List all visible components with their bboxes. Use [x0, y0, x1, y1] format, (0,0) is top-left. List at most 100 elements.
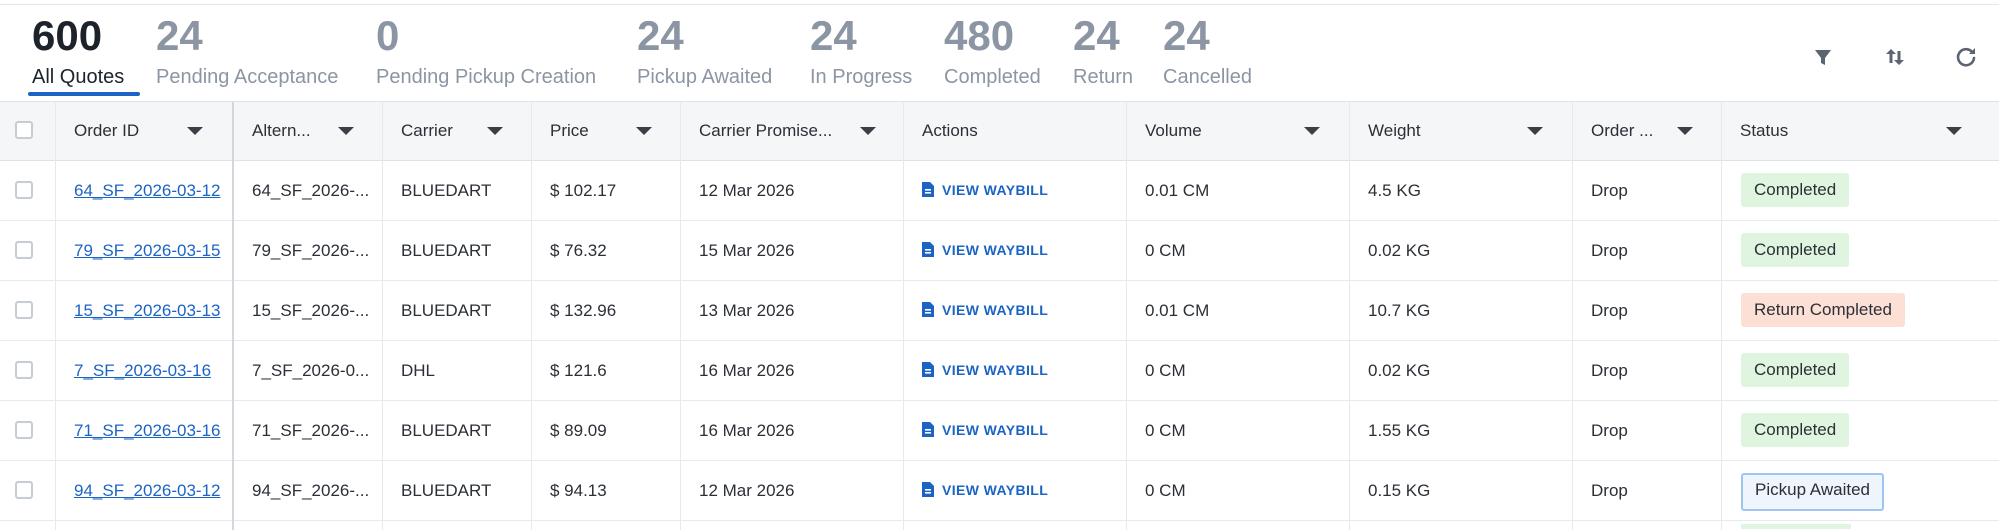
- sort-caret-icon[interactable]: [1304, 127, 1320, 135]
- tab-label: Cancelled: [1163, 66, 1252, 88]
- sort-caret-icon[interactable]: [860, 127, 876, 135]
- row-select-cell: [0, 461, 55, 520]
- sort-caret-icon[interactable]: [1527, 127, 1543, 135]
- tab-return[interactable]: 24 Return: [1073, 6, 1143, 96]
- header-label: Altern...: [252, 121, 311, 140]
- view-waybill-link[interactable]: VIEW WAYBILL: [922, 341, 1048, 400]
- header-price[interactable]: Price: [532, 102, 680, 160]
- order-id-link[interactable]: 71_SF_2026-03-16: [74, 401, 221, 460]
- price-cell: $ 89.09: [532, 401, 680, 460]
- row-checkbox[interactable]: [15, 241, 33, 259]
- actions-cell: VIEW WAYBILL: [904, 401, 1126, 460]
- select-all-checkbox[interactable]: [15, 121, 33, 139]
- view-waybill-link[interactable]: VIEW WAYBILL: [922, 161, 1048, 220]
- tab-label: All Quotes: [32, 66, 125, 88]
- order-type-text: Drop: [1591, 421, 1628, 440]
- view-waybill-label: VIEW WAYBILL: [942, 422, 1049, 438]
- column-divider: [903, 102, 904, 530]
- header-volume[interactable]: Volume: [1127, 102, 1349, 160]
- volume-text: 0 CM: [1145, 241, 1186, 260]
- sort-caret-icon[interactable]: [636, 127, 652, 135]
- tab-count: 24: [637, 12, 684, 59]
- header-order-id[interactable]: Order ID: [56, 102, 232, 160]
- status-cell: Pickup Awaited: [1722, 461, 1999, 520]
- table-header: Order ID Altern... Carrier Price Carrier…: [0, 102, 1999, 161]
- tab-count: 480: [944, 12, 1015, 59]
- refresh-icon[interactable]: [1951, 42, 1981, 72]
- tab-completed[interactable]: 480 Completed: [944, 6, 1054, 96]
- alternate-id-text: 71_SF_2026-...: [252, 421, 370, 440]
- tab-pending-pickup-creation[interactable]: 0 Pending Pickup Creation: [376, 6, 612, 96]
- price-cell: $ 76.32: [532, 221, 680, 280]
- tab-pickup-awaited[interactable]: 24 Pickup Awaited: [637, 6, 787, 96]
- table-row[interactable]: 71_SF_2026-03-16 71_SF_2026-... BLUEDART $ …: [0, 401, 1999, 461]
- weight-text: 1.55 KG: [1368, 421, 1431, 440]
- header-label: Carrier: [401, 121, 453, 140]
- sort-caret-icon[interactable]: [487, 127, 503, 135]
- order-id-cell: 71_SF_2026-03-16: [56, 401, 232, 460]
- price-cell: $ 94.13: [532, 461, 680, 520]
- header-alternate-id[interactable]: Altern...: [234, 102, 382, 160]
- sort-caret-icon[interactable]: [187, 127, 203, 135]
- table-row[interactable]: 79_SF_2026-03-15 79_SF_2026-... BLUEDART $ …: [0, 221, 1999, 281]
- row-checkbox[interactable]: [15, 181, 33, 199]
- order-id-link[interactable]: 94_SF_2026-03-12: [74, 461, 221, 520]
- carrier-text: BLUEDART: [401, 181, 492, 200]
- filter-icon[interactable]: [1808, 42, 1838, 72]
- tab-label: Pending Pickup Creation: [376, 66, 597, 88]
- document-icon: [922, 361, 934, 377]
- alternate-id-cell: 7_SF_2026-0...: [234, 341, 382, 400]
- view-waybill-label: VIEW WAYBILL: [942, 482, 1049, 498]
- column-divider: [1572, 102, 1573, 530]
- header-label: Status: [1740, 121, 1789, 140]
- tab-cancelled[interactable]: 24 Cancelled: [1163, 6, 1263, 96]
- row-checkbox[interactable]: [15, 301, 33, 319]
- status-cell: Completed: [1722, 401, 1999, 460]
- view-waybill-label: VIEW WAYBILL: [942, 242, 1049, 258]
- tab-label: Completed: [944, 66, 1041, 88]
- status-cell: Completed: [1722, 221, 1999, 280]
- order-id-cell: 94_SF_2026-03-12: [56, 461, 232, 520]
- view-waybill-link[interactable]: VIEW WAYBILL: [922, 461, 1048, 520]
- sort-icon[interactable]: [1880, 42, 1910, 72]
- header-label: Order ID: [74, 121, 140, 140]
- volume-cell: 0 CM: [1127, 341, 1349, 400]
- table-row[interactable]: 15_SF_2026-03-13 15_SF_2026-... BLUEDART $ …: [0, 281, 1999, 341]
- alternate-id-cell: 79_SF_2026-...: [234, 221, 382, 280]
- view-waybill-link[interactable]: VIEW WAYBILL: [922, 281, 1048, 340]
- header-carrier[interactable]: Carrier: [383, 102, 531, 160]
- table-row[interactable]: 7_SF_2026-03-16 7_SF_2026-0... DHL $ 121.6 1…: [0, 341, 1999, 401]
- view-waybill-link[interactable]: VIEW WAYBILL: [922, 221, 1048, 280]
- header-label: Order ...: [1591, 121, 1654, 140]
- column-divider: [382, 102, 383, 530]
- volume-cell: 0.01 CM: [1127, 161, 1349, 220]
- row-checkbox[interactable]: [15, 481, 33, 499]
- table-row[interactable]: 94_SF_2026-03-12 94_SF_2026-... BLUEDART $ …: [0, 461, 1999, 521]
- row-checkbox[interactable]: [15, 421, 33, 439]
- header-weight[interactable]: Weight: [1350, 102, 1572, 160]
- carrier-cell: BLUEDART: [383, 401, 531, 460]
- price-cell: $ 132.96: [532, 281, 680, 340]
- select-all-cell: [0, 102, 55, 160]
- row-checkbox[interactable]: [15, 361, 33, 379]
- sort-caret-icon[interactable]: [1677, 127, 1693, 135]
- tab-in-progress[interactable]: 24 In Progress: [810, 6, 925, 96]
- order-type-text: Drop: [1591, 181, 1628, 200]
- view-waybill-link[interactable]: VIEW WAYBILL: [922, 401, 1048, 460]
- order-id-link[interactable]: 79_SF_2026-03-15: [74, 221, 221, 280]
- tab-all-quotes[interactable]: 600 All Quotes: [28, 6, 142, 96]
- tab-pending-acceptance[interactable]: 24 Pending Acceptance: [156, 6, 356, 96]
- alternate-id-cell: 64_SF_2026-...: [234, 161, 382, 220]
- tab-count: 24: [156, 12, 203, 59]
- header-carrier-promise[interactable]: Carrier Promise...: [681, 102, 903, 160]
- order-id-link[interactable]: 15_SF_2026-03-13: [74, 281, 221, 340]
- header-status[interactable]: Status: [1722, 102, 1999, 160]
- weight-text: 0.02 KG: [1368, 241, 1431, 260]
- volume-text: 0.01 CM: [1145, 301, 1210, 320]
- sort-caret-icon[interactable]: [338, 127, 354, 135]
- order-id-link[interactable]: 64_SF_2026-03-12: [74, 161, 221, 220]
- header-order-type[interactable]: Order ...: [1573, 102, 1721, 160]
- order-id-link[interactable]: 7_SF_2026-03-16: [74, 341, 211, 400]
- sort-caret-icon[interactable]: [1946, 127, 1962, 135]
- table-row[interactable]: 64_SF_2026-03-12 64_SF_2026-... BLUEDART $ …: [0, 161, 1999, 221]
